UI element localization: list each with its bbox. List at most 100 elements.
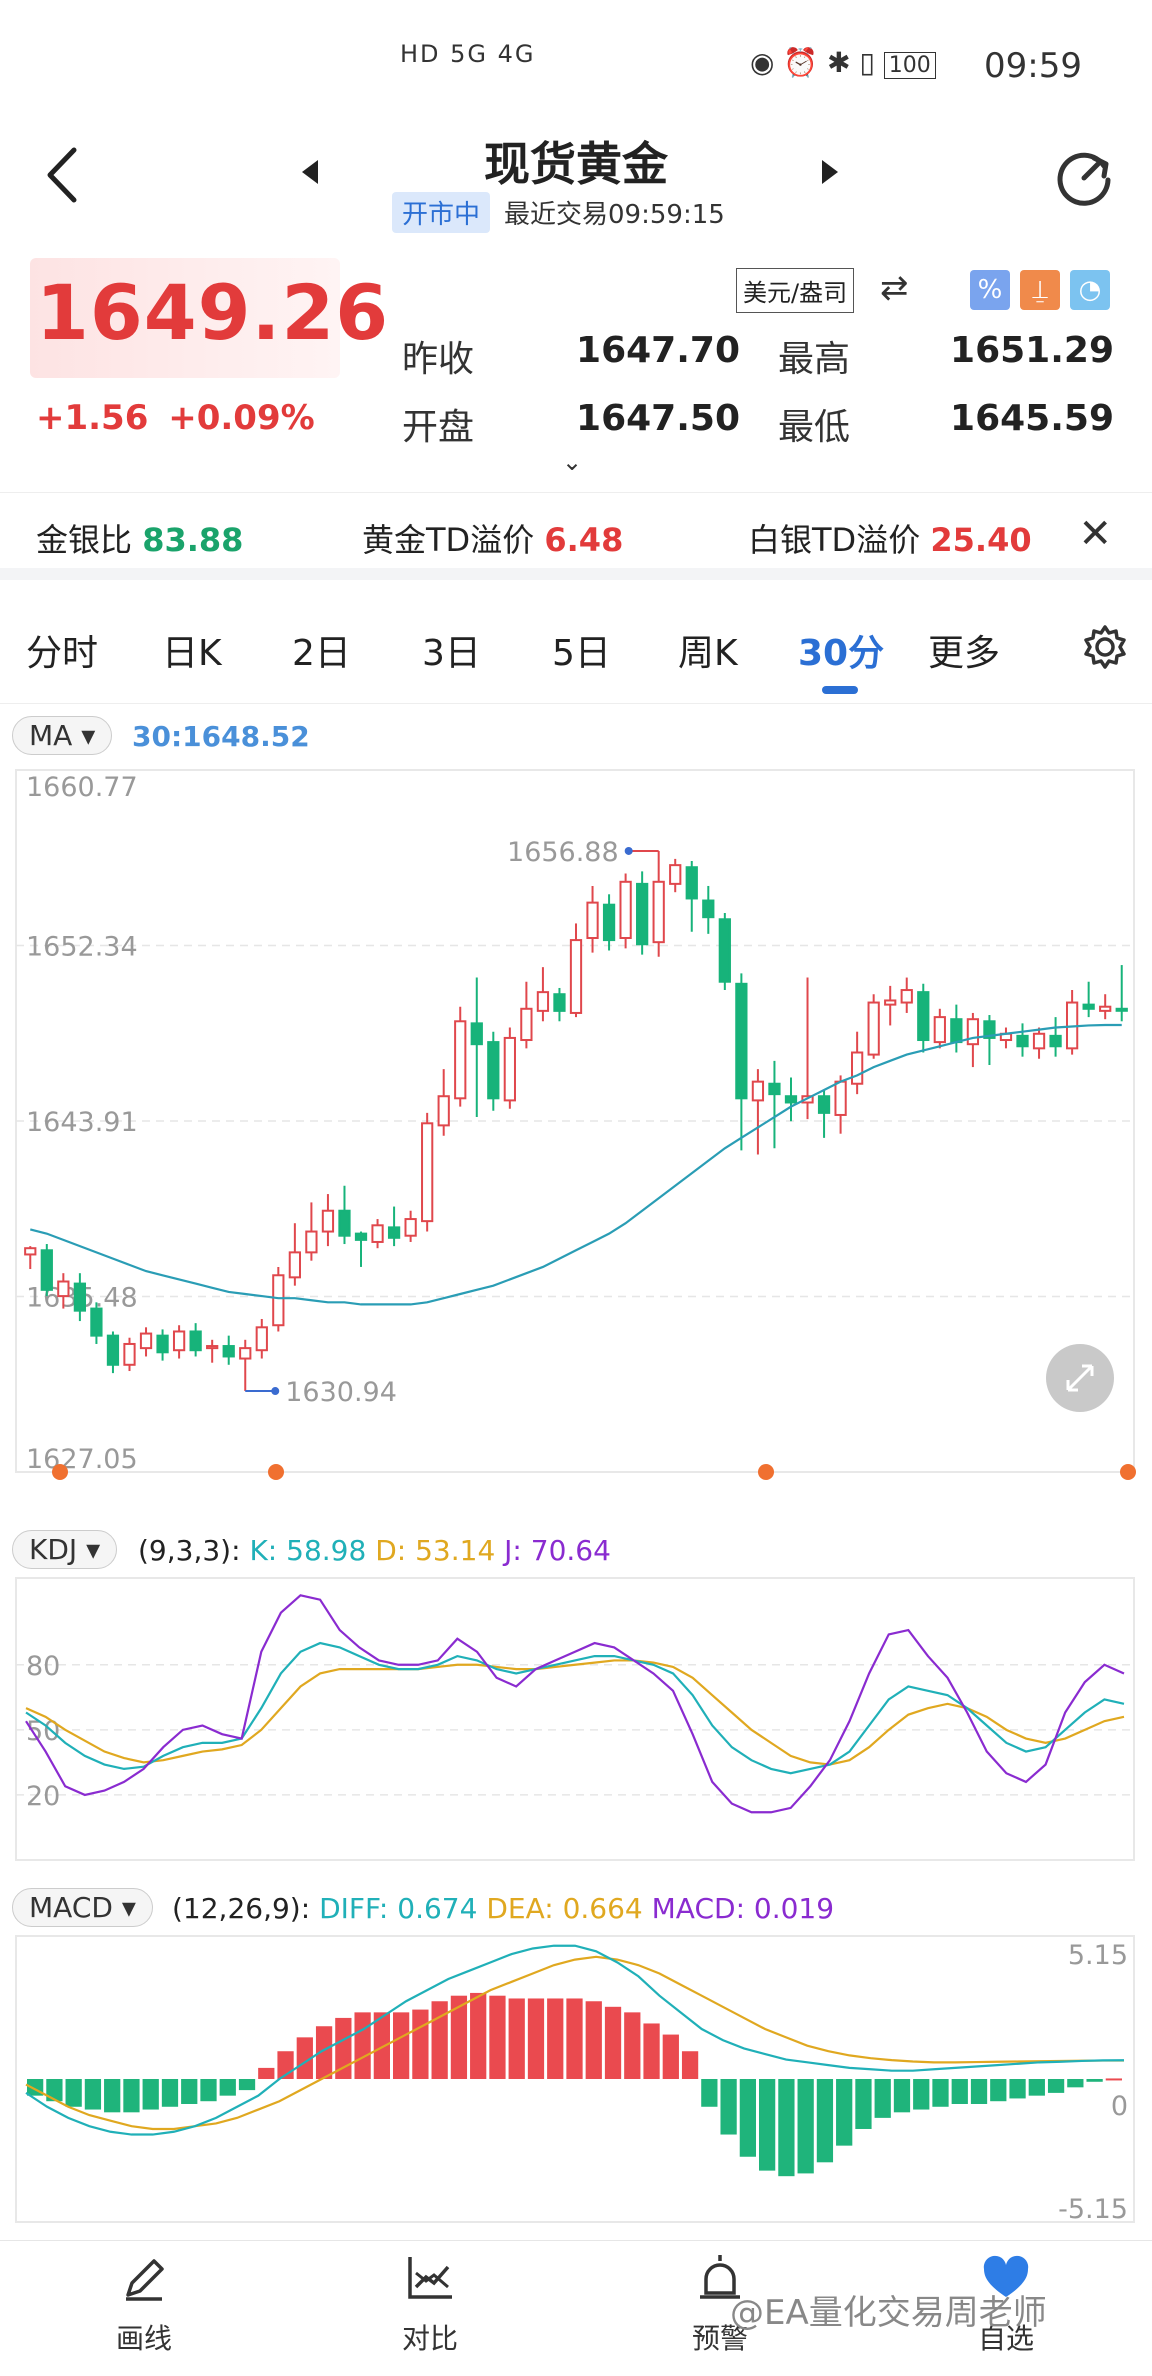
macd-bar <box>181 2079 198 2104</box>
swap-icon[interactable]: ⇄ <box>880 268 909 308</box>
candle-body <box>933 1016 946 1044</box>
candle <box>1115 965 1128 1022</box>
ma-indicator-selector[interactable]: MA ▾ <box>12 716 113 755</box>
candle-body <box>503 1036 516 1102</box>
candle <box>669 858 682 893</box>
nav-compare[interactable]: 对比 <box>360 2251 500 2357</box>
candle <box>90 1302 103 1344</box>
candle <box>470 977 483 1118</box>
macd-bar <box>46 2079 63 2102</box>
tab-weekly[interactable]: 周K <box>678 624 738 676</box>
candle-body <box>569 939 583 1014</box>
bottom-toolbar: 画线 对比 预警 自选 @EA量化交易周老师 <box>0 2240 1152 2376</box>
macd-bar <box>759 2079 776 2171</box>
macd-bar <box>161 2079 179 2107</box>
candle-body <box>636 882 649 946</box>
candle-body <box>354 1232 368 1241</box>
macd-bar <box>1086 2079 1103 2082</box>
candle <box>784 1077 798 1122</box>
tab-fenshi[interactable]: 分时 <box>26 624 98 676</box>
candle <box>354 1231 368 1267</box>
candle <box>702 885 715 934</box>
candlestick-chart[interactable]: 1660.771652.341643.911635.481627.051656.… <box>0 760 1152 1480</box>
candle <box>569 923 583 1018</box>
macd-bar <box>527 1998 545 2079</box>
next-instrument-icon[interactable] <box>820 158 840 186</box>
candle <box>602 894 616 951</box>
candle <box>983 1015 996 1065</box>
candle <box>371 1219 384 1249</box>
pie-tool-icon[interactable]: ◔ <box>1070 270 1110 310</box>
close-icon[interactable]: ✕ <box>1078 511 1112 557</box>
macd-bar <box>84 2079 102 2110</box>
settings-gear-icon[interactable] <box>1080 622 1130 672</box>
macd-bar <box>604 2006 622 2079</box>
kdj-level-label: 20 <box>26 1781 60 1812</box>
percent-tool-icon[interactable]: % <box>970 270 1010 310</box>
candle <box>239 1339 252 1392</box>
ratio-gold-silver: 金银比 83.88 <box>36 521 244 559</box>
candle-body <box>751 1080 765 1102</box>
candle-body <box>73 1282 87 1312</box>
candle-body <box>57 1280 70 1298</box>
candle <box>652 850 665 957</box>
candle-body <box>222 1345 235 1358</box>
macd-bar <box>701 2079 718 2107</box>
tab-2day[interactable]: 2日 <box>292 624 351 676</box>
expand-chevron-icon[interactable]: ⌄ <box>562 448 582 476</box>
macd-bar <box>797 2079 814 2174</box>
tab-30min[interactable]: 30分 <box>798 624 884 676</box>
candle-body <box>487 1041 500 1100</box>
macd-bar <box>739 2079 756 2157</box>
tab-5day[interactable]: 5日 <box>552 624 611 676</box>
macd-bar <box>123 2079 140 2113</box>
kdj-indicator-selector[interactable]: KDJ ▾ <box>12 1530 118 1569</box>
high-label: 1656.88 <box>507 837 619 868</box>
tab-more[interactable]: 更多 <box>928 624 1000 676</box>
watermark: @EA量化交易周老师 <box>730 2293 1047 2333</box>
pen-icon <box>126 2259 164 2301</box>
tab-daily[interactable]: 日K <box>162 624 222 676</box>
candle-body <box>454 1020 467 1100</box>
tower-tool-icon[interactable]: ⍊ <box>1020 270 1060 310</box>
candle <box>586 885 599 953</box>
ratio-silver-td: 白银TD溢价 25.40 <box>748 521 1032 559</box>
macd-bar <box>778 2079 795 2177</box>
candle <box>305 1202 318 1261</box>
ma30-line <box>30 1023 1122 1306</box>
candle-body <box>1016 1034 1029 1048</box>
candle <box>487 1031 500 1111</box>
y-tick-label: 1652.34 <box>26 932 138 963</box>
candle-body <box>1099 1005 1112 1012</box>
unit-selector[interactable]: 美元/盎司 <box>736 268 855 313</box>
compare-chart-icon <box>408 2257 452 2299</box>
macd-bar <box>219 2079 236 2096</box>
macd-bar <box>393 2012 410 2079</box>
candle <box>189 1323 202 1357</box>
macd-bar <box>412 2009 429 2079</box>
candle <box>520 981 533 1049</box>
macd-bar <box>970 2079 988 2104</box>
candle <box>966 1012 980 1068</box>
prev-instrument-icon[interactable] <box>300 158 320 186</box>
nav-draw[interactable]: 画线 <box>74 2251 214 2357</box>
stat-label: 最低 <box>778 407 851 448</box>
macd-indicator-selector[interactable]: MACD ▾ <box>12 1888 153 1927</box>
candle-body <box>652 880 665 944</box>
macd-bar <box>816 2079 834 2163</box>
candle <box>636 871 649 955</box>
tab-3day[interactable]: 3日 <box>422 624 481 676</box>
candle <box>619 873 632 949</box>
macd-bar <box>142 2079 159 2110</box>
candle <box>851 1031 864 1095</box>
x-tick-label: 11-02 09:30 <box>973 1478 1138 1480</box>
candle <box>139 1327 153 1357</box>
y-tick-label: 1643.91 <box>26 1107 138 1138</box>
candle-body <box>206 1345 219 1350</box>
refresh-icon[interactable] <box>1052 146 1116 210</box>
candle-body <box>619 880 632 940</box>
macd-chart: 5.15 0 -5.15 <box>15 1935 1135 2224</box>
stat-value: 1647.70 <box>576 330 740 371</box>
status-bar: HD 5G 4G ◉ ⏰ ✱ ▯ 100 09:59 <box>0 0 1152 130</box>
period-tabs: 分时 日K 2日 3日 5日 周K 30分 更多 <box>0 604 1152 704</box>
